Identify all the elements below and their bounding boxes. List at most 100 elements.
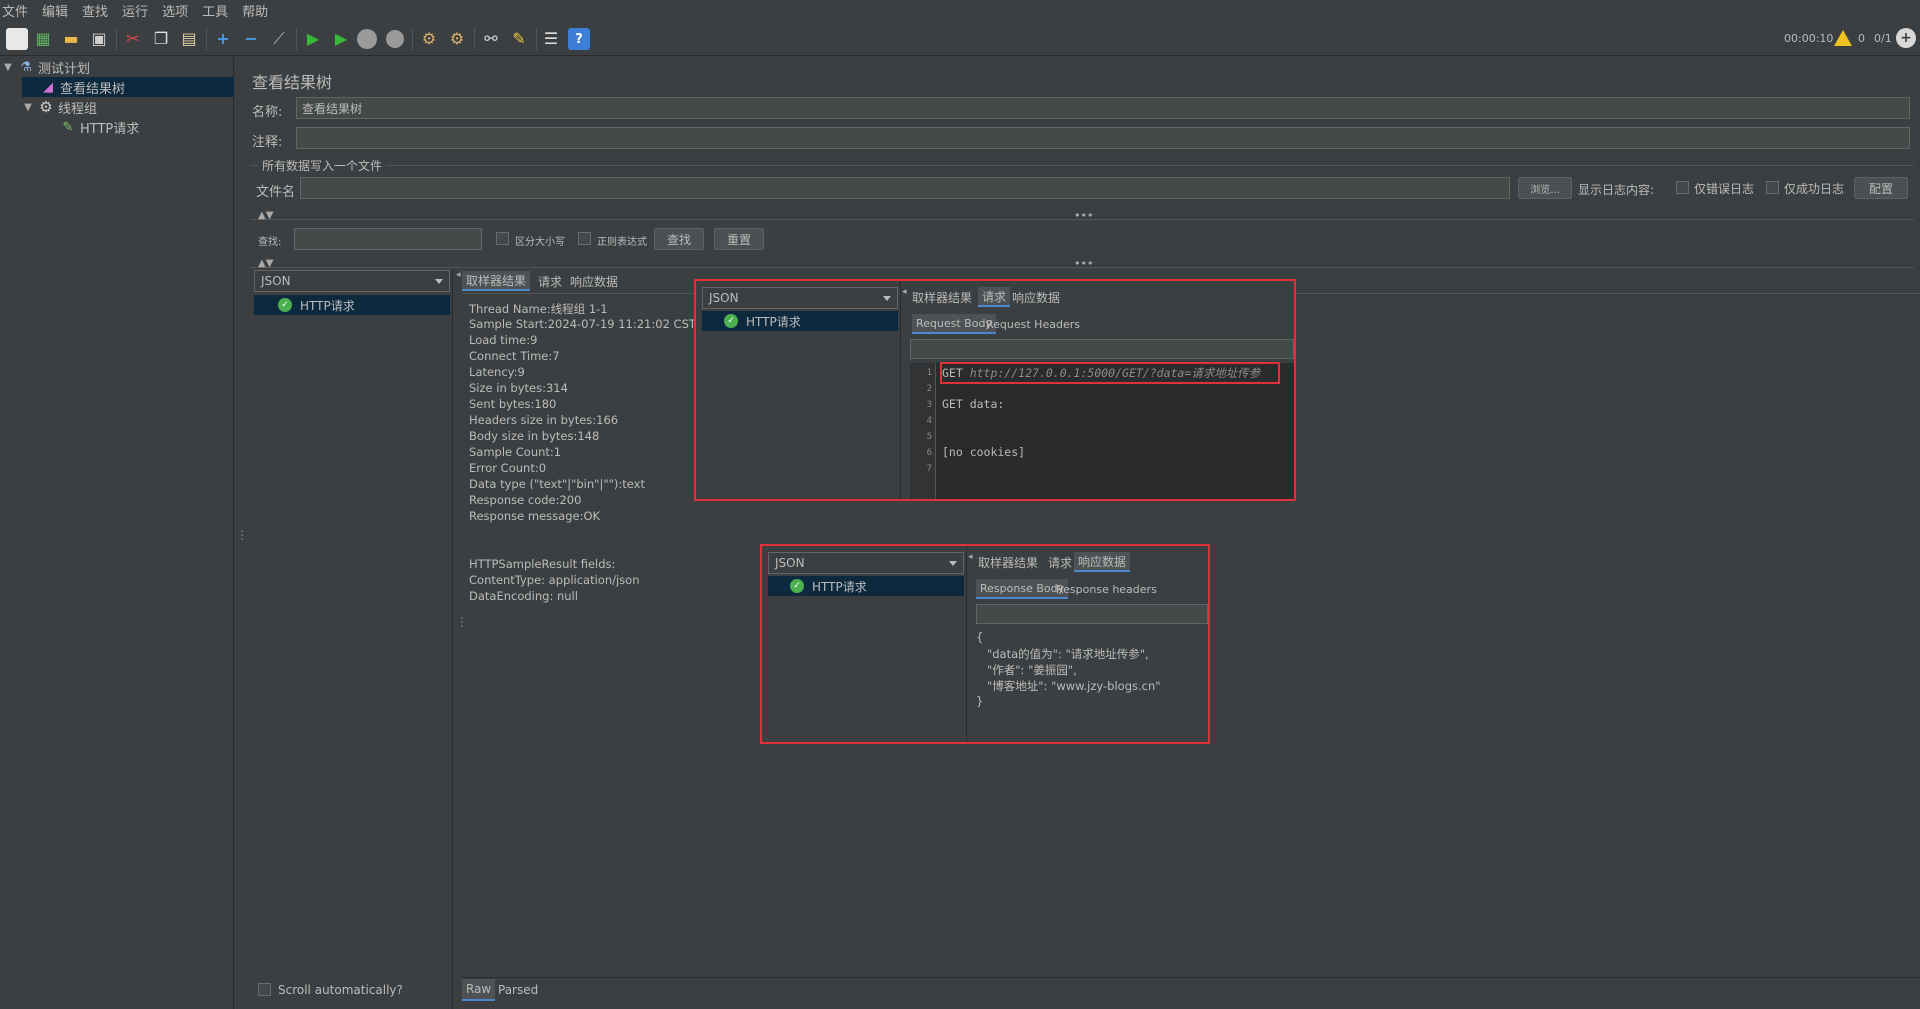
chevron-down-icon [435, 279, 443, 284]
info-line: Error Count:0 [469, 461, 547, 475]
reset-search-icon[interactable]: ✎ [508, 28, 530, 50]
info-line: Data type ("text"|"bin"|""):text [469, 477, 645, 491]
browse-button[interactable]: 浏览... [1518, 177, 1572, 199]
split-arrows-icon[interactable]: ▲▼ [258, 210, 273, 221]
new-icon[interactable] [6, 28, 28, 50]
start-no-pause-icon[interactable]: ▶ [330, 28, 352, 50]
menu-edit[interactable]: 编辑 [42, 1, 68, 20]
success-only-label: 仅成功日志 [1784, 182, 1845, 196]
stop-icon[interactable] [356, 28, 378, 50]
flask-icon: ⚗ [20, 59, 32, 75]
paste-icon[interactable]: ▤ [178, 28, 200, 50]
regex-checkbox[interactable] [578, 232, 591, 245]
request-highlight-box [694, 279, 1296, 501]
info-line: Sample Count:1 [469, 445, 562, 459]
find-button[interactable]: 查找 [654, 228, 704, 250]
split-dots-icon[interactable]: ••• [1074, 209, 1093, 222]
comment-label: 注释: [252, 135, 283, 150]
info-line: Sent bytes:180 [469, 397, 557, 411]
info-line: Sample Start:2024-07-19 11:21:02 CST [469, 317, 696, 331]
clear-icon[interactable]: ⚙ [418, 28, 440, 50]
success-shield-icon: ✓ [278, 298, 292, 312]
elapsed-timer: 00:00:10 [1784, 32, 1834, 45]
info-line: DataEncoding: null [469, 589, 578, 603]
success-only-checkbox[interactable] [1766, 181, 1779, 194]
config-button[interactable]: 配置 [1854, 177, 1908, 199]
reset-button[interactable]: 重置 [714, 228, 764, 250]
case-sensitive-label: 区分大小写 [515, 237, 565, 248]
filename-field[interactable] [300, 177, 1510, 199]
help-icon[interactable]: ? [568, 28, 590, 50]
search-input[interactable] [294, 228, 482, 250]
name-field[interactable] [296, 97, 1910, 119]
collapse-icon[interactable]: − [240, 28, 262, 50]
tab-response-data[interactable]: 响应数据 [566, 271, 622, 291]
tab-sampler-result[interactable]: 取样器结果 [462, 271, 531, 291]
tree-item-http-request[interactable]: ✎ HTTP请求 [60, 117, 232, 137]
response-highlight-box [760, 544, 1210, 744]
regex-label: 正则表达式 [597, 237, 647, 248]
info-line: HTTPSampleResult fields: [469, 557, 616, 571]
case-sensitive-checkbox[interactable] [496, 232, 509, 245]
split-arrows-icon[interactable]: ▲▼ [258, 258, 273, 269]
info-line: Headers size in bytes:166 [469, 413, 619, 427]
clear-all-icon[interactable]: ⚙ [446, 28, 468, 50]
warning-icon[interactable] [1834, 30, 1852, 46]
menu-file[interactable]: 文件 [2, 1, 28, 20]
tab-raw[interactable]: Raw [462, 979, 496, 1001]
pipette-icon: ✎ [62, 119, 74, 135]
divider [250, 165, 1914, 166]
open-icon[interactable]: ▬ [60, 28, 82, 50]
active-threads: 0/1 [1874, 32, 1892, 45]
save-icon[interactable]: ▣ [88, 28, 110, 50]
info-line: Size in bytes:314 [469, 381, 568, 395]
tree-item-test-plan[interactable]: ▼ ⚗ 测试计划 [2, 57, 232, 77]
page-title: 查看结果树 [252, 73, 333, 92]
menu-options[interactable]: 选项 [162, 1, 188, 20]
collapse-arrow-icon[interactable]: ▼ [22, 102, 34, 113]
expand-icon[interactable]: + [212, 28, 234, 50]
renderer-select[interactable]: JSON [254, 270, 450, 292]
start-icon[interactable]: ▶ [302, 28, 324, 50]
info-line: Thread Name:线程组 1-1 [469, 302, 608, 316]
remote-icon[interactable]: + [1896, 28, 1916, 48]
cut-icon[interactable]: ✂ [122, 28, 144, 50]
comment-field[interactable] [296, 127, 1910, 149]
menu-search[interactable]: 查找 [82, 1, 108, 20]
tab-parsed[interactable]: Parsed [494, 979, 542, 1001]
search-icon[interactable]: ⚯ [480, 28, 502, 50]
errors-only-label: 仅错误日志 [1694, 182, 1755, 196]
menu-help[interactable]: 帮助 [242, 1, 268, 20]
menu-tools[interactable]: 工具 [202, 1, 228, 20]
info-line: Body size in bytes:148 [469, 429, 600, 443]
copy-icon[interactable]: ❐ [150, 28, 172, 50]
file-section-title: 所有数据写入一个文件 [258, 157, 387, 174]
scroll-auto-label: Scroll automatically? [278, 983, 403, 997]
tree-item-thread-group[interactable]: ▼ ⚙ 线程组 [22, 97, 232, 117]
tree-item-results-tree[interactable]: ◢ 查看结果树 [22, 77, 234, 97]
shutdown-icon[interactable] [384, 28, 406, 50]
split-dots-icon[interactable]: ••• [1074, 257, 1093, 270]
menu-run[interactable]: 运行 [122, 1, 148, 20]
search-label: 查找: [258, 237, 282, 248]
collapse-arrow-icon[interactable]: ▼ [2, 62, 14, 73]
info-line: Response code:200 [469, 493, 582, 507]
log-display-label: 显示日志内容: [1578, 183, 1655, 197]
tab-request[interactable]: 请求 [534, 271, 566, 291]
toggle-icon[interactable]: ⟋ [268, 28, 290, 50]
name-label: 名称: [252, 105, 283, 120]
info-line: Latency:9 [469, 365, 525, 379]
info-line: ContentType: application/json [469, 573, 640, 587]
function-helper-icon[interactable]: ☰ [540, 28, 562, 50]
info-line: Response message:OK [469, 509, 601, 523]
scroll-auto-checkbox[interactable] [258, 983, 271, 996]
info-line: Connect Time:7 [469, 349, 560, 363]
splitter-handle-icon[interactable]: ⋮ [456, 615, 468, 629]
toolbar: ▦ ▬ ▣ ✂ ❐ ▤ + − ⟋ ▶ ▶ ⚙ ⚙ ⚯ ✎ ☰ ? 00:00:… [0, 22, 1920, 56]
errors-only-checkbox[interactable] [1676, 181, 1689, 194]
templates-icon[interactable]: ▦ [32, 28, 54, 50]
split-left-icon[interactable]: ◂ [456, 270, 461, 280]
info-line: Load time:9 [469, 333, 538, 347]
result-item[interactable]: ✓ HTTP请求 [254, 295, 450, 315]
warning-count: 0 [1858, 32, 1865, 45]
